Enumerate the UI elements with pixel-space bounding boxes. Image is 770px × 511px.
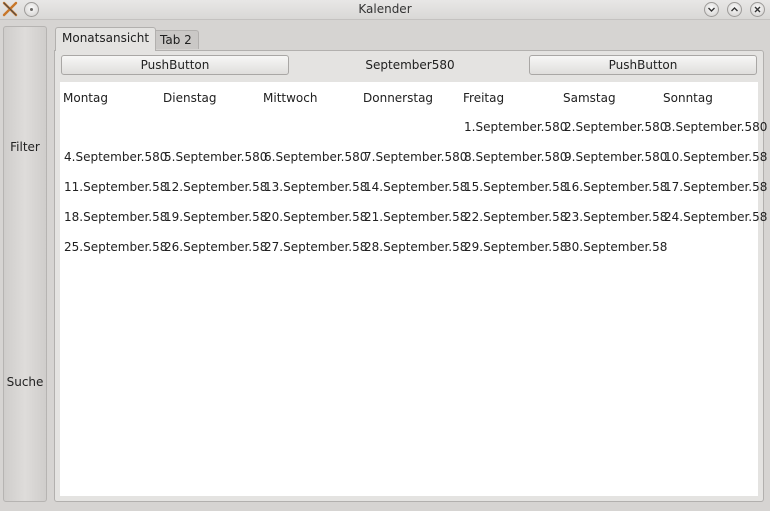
day-cell[interactable]: 11.September.58 [64, 180, 167, 194]
title-bar: Kalender [0, 0, 770, 20]
prev-month-button[interactable]: PushButton [61, 55, 289, 75]
filter-button[interactable]: Filter [4, 140, 46, 154]
day-cell[interactable]: 5.September.580 [164, 150, 267, 164]
weekday-header: Freitag [463, 91, 505, 105]
search-button[interactable]: Suche [4, 375, 46, 389]
day-cell[interactable]: 14.September.58 [364, 180, 467, 194]
minimize-button[interactable] [704, 2, 719, 17]
day-cell[interactable]: 7.September.580 [364, 150, 467, 164]
day-cell[interactable]: 17.September.58 [664, 180, 767, 194]
day-cell[interactable]: 22.September.58 [464, 210, 567, 224]
day-cell[interactable]: 23.September.58 [564, 210, 667, 224]
day-cell[interactable]: 15.September.58 [464, 180, 567, 194]
close-button[interactable] [750, 2, 765, 17]
tab-2[interactable]: Tab 2 [153, 30, 199, 49]
day-cell[interactable]: 12.September.58 [164, 180, 267, 194]
weekday-header: Donnerstag [363, 91, 434, 105]
day-cell[interactable]: 6.September.580 [264, 150, 367, 164]
day-cell[interactable]: 30.September.58 [564, 240, 667, 254]
window-title: Kalender [358, 2, 412, 16]
chevron-up-icon [731, 7, 738, 12]
day-cell[interactable]: 24.September.58 [664, 210, 767, 224]
day-cell[interactable]: 21.September.58 [364, 210, 467, 224]
day-cell[interactable]: 29.September.58 [464, 240, 567, 254]
weekday-header: Samstag [563, 91, 616, 105]
day-cell[interactable]: 1.September.580 [464, 120, 567, 134]
day-cell[interactable]: 16.September.58 [564, 180, 667, 194]
day-cell[interactable]: 9.September.580 [564, 150, 667, 164]
close-icon [754, 6, 761, 13]
day-cell[interactable]: 28.September.58 [364, 240, 467, 254]
day-cell[interactable]: 2.September.580 [564, 120, 667, 134]
day-cell[interactable]: 20.September.58 [264, 210, 367, 224]
day-cell[interactable]: 3.September.580 [664, 120, 767, 134]
day-cell[interactable]: 19.September.58 [164, 210, 267, 224]
day-cell[interactable]: 13.September.58 [264, 180, 367, 194]
left-dock: Filter Suche [3, 26, 47, 502]
month-label: September580 [365, 58, 455, 72]
next-month-button[interactable]: PushButton [529, 55, 757, 75]
day-cell[interactable]: 25.September.58 [64, 240, 167, 254]
day-cell[interactable]: 27.September.58 [264, 240, 367, 254]
tab-monthly-view[interactable]: Monatsansicht [55, 27, 157, 51]
day-cell[interactable]: 26.September.58 [164, 240, 267, 254]
weekday-header: Sonntag [663, 91, 713, 105]
weekday-header: Mittwoch [263, 91, 318, 105]
weekday-header: Montag [63, 91, 108, 105]
weekday-header: Dienstag [163, 91, 217, 105]
maximize-button[interactable] [727, 2, 742, 17]
calendar-grid: Montag Dienstag Mittwoch Donnerstag Frei… [60, 82, 767, 496]
day-cell[interactable]: 8.September.580 [464, 150, 567, 164]
day-cell[interactable]: 18.September.58 [64, 210, 167, 224]
day-cell[interactable]: 4.September.580 [64, 150, 167, 164]
day-cell[interactable]: 10.September.58 [664, 150, 767, 164]
chevron-down-icon [708, 7, 715, 12]
